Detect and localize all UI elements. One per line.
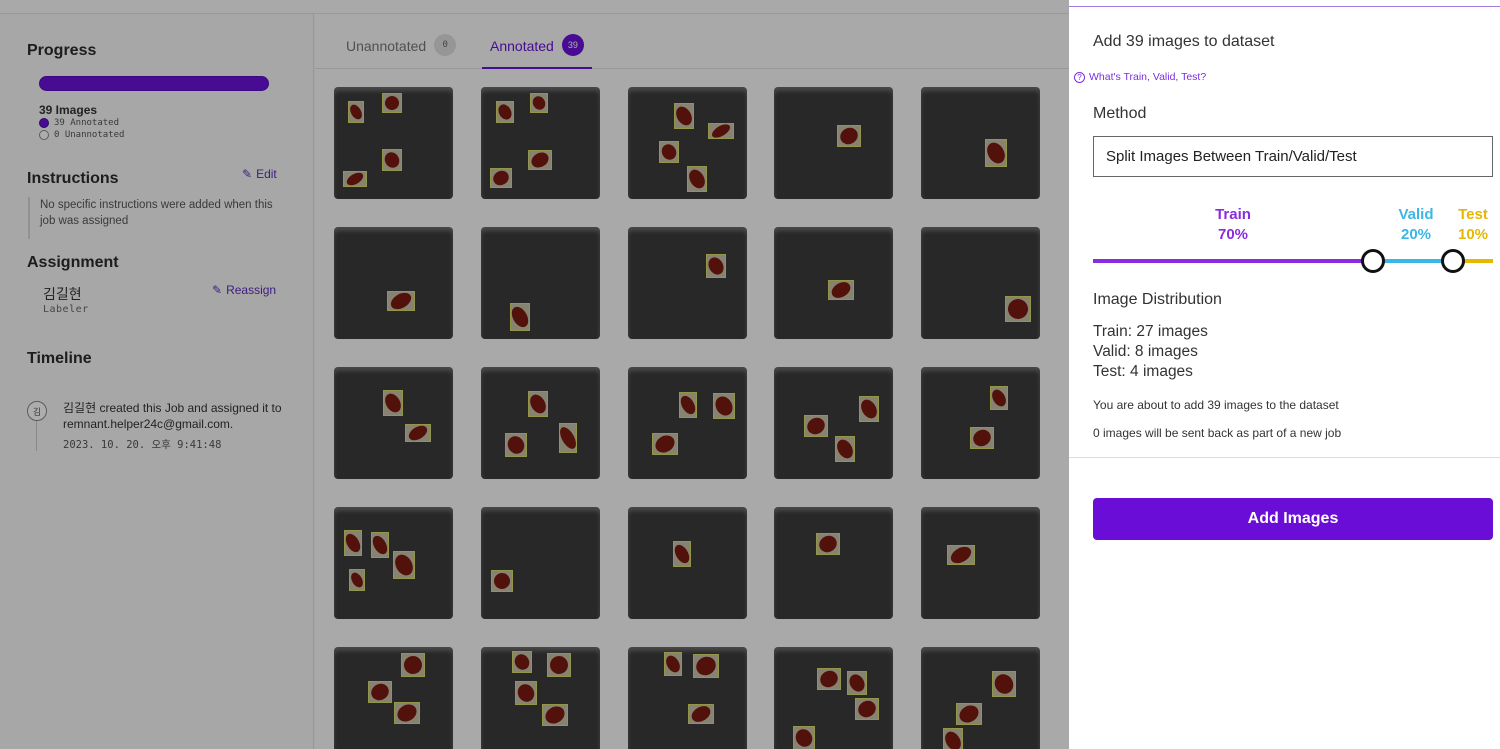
panel-divider bbox=[1069, 457, 1500, 458]
train-split-label: Train 70% bbox=[1215, 206, 1251, 243]
add-to-dataset-panel: Add 39 images to dataset ? What's Train,… bbox=[1069, 0, 1500, 749]
valid-test-slider-handle[interactable] bbox=[1441, 249, 1465, 273]
method-label: Method bbox=[1093, 105, 1147, 122]
add-images-button[interactable]: Add Images bbox=[1093, 498, 1493, 540]
distribution-title: Image Distribution bbox=[1093, 291, 1222, 308]
modal-backdrop[interactable] bbox=[0, 0, 1069, 749]
valid-distribution: Valid: 8 images bbox=[1093, 343, 1198, 360]
method-select[interactable]: Split Images Between Train/Valid/Test bbox=[1093, 136, 1493, 177]
test-split-label: Test 10% bbox=[1457, 206, 1489, 243]
train-valid-test-help-link[interactable]: ? What's Train, Valid, Test? bbox=[1074, 71, 1206, 83]
panel-title: Add 39 images to dataset bbox=[1093, 33, 1275, 50]
image-distribution: Train: 27 images Valid: 8 images Test: 4… bbox=[1093, 322, 1208, 382]
send-back-note: 0 images will be sent back as part of a … bbox=[1093, 426, 1342, 440]
test-distribution: Test: 4 images bbox=[1093, 363, 1193, 380]
train-distribution: Train: 27 images bbox=[1093, 323, 1208, 340]
train-split-segment bbox=[1093, 259, 1373, 263]
panel-top-border bbox=[1069, 6, 1500, 7]
add-images-note: You are about to add 39 images to the da… bbox=[1093, 398, 1339, 412]
train-valid-slider-handle[interactable] bbox=[1361, 249, 1385, 273]
help-icon: ? bbox=[1074, 71, 1085, 83]
